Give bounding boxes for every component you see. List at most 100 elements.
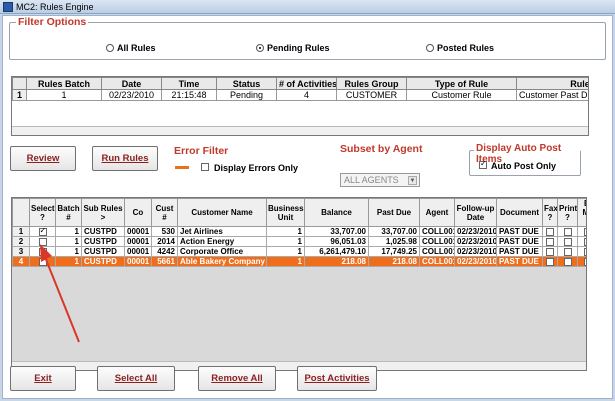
col-batch[interactable]: Batch # bbox=[55, 198, 82, 227]
col-balance[interactable]: Balance bbox=[304, 198, 369, 227]
radio-pending-rules-dot[interactable] bbox=[256, 44, 264, 52]
agent-cell[interactable]: COLL001 bbox=[419, 236, 455, 247]
past-due-cell[interactable]: 218.08 bbox=[368, 256, 420, 267]
business-unit-cell[interactable]: 1 bbox=[266, 226, 305, 237]
followup-cell[interactable]: 02/23/2010 bbox=[454, 226, 497, 237]
col-past-due[interactable]: Past Due bbox=[368, 198, 420, 227]
print-checkbox-cell[interactable] bbox=[557, 236, 578, 247]
customer-name-cell[interactable]: Jet Airlines bbox=[177, 226, 267, 237]
cust-cell[interactable]: 530 bbox=[151, 226, 178, 237]
rules-batch-grid[interactable]: Rules Batch Date Time Status # of Activi… bbox=[11, 76, 589, 136]
email-checkbox-cell[interactable] bbox=[577, 246, 586, 257]
business-unit-cell[interactable]: 1 bbox=[266, 256, 305, 267]
customer-name-cell[interactable]: Able Bakery Company bbox=[177, 256, 267, 267]
past-due-cell[interactable]: 17,749.25 bbox=[368, 246, 420, 257]
select-all-button[interactable]: Select All bbox=[97, 366, 175, 391]
document-cell[interactable]: PAST DUE bbox=[496, 246, 543, 257]
print-checkbox[interactable] bbox=[563, 227, 572, 236]
past-due-cell[interactable]: 33,707.00 bbox=[368, 226, 420, 237]
business-unit-cell[interactable]: 1 bbox=[266, 246, 305, 257]
radio-posted-rules-dot[interactable] bbox=[426, 44, 434, 52]
fax-checkbox-cell[interactable] bbox=[542, 226, 558, 237]
table-row[interactable]: 1 1 02/23/2010 21:15:48 Pending 4 CUSTOM… bbox=[12, 89, 588, 101]
rules-col-group[interactable]: Rules Group bbox=[336, 77, 407, 90]
rules-col-desc[interactable]: Rule Des bbox=[516, 77, 588, 90]
display-errors-checkbox[interactable] bbox=[201, 163, 209, 171]
agent-select[interactable]: ALL AGENTS ▼ bbox=[340, 173, 420, 187]
rules-col-date[interactable]: Date bbox=[101, 77, 162, 90]
fax-checkbox[interactable] bbox=[546, 257, 554, 266]
exit-button[interactable]: Exit bbox=[10, 366, 76, 391]
rules-cell[interactable]: Customer Rule bbox=[406, 89, 517, 101]
past-due-cell[interactable]: 1,025.98 bbox=[368, 236, 420, 247]
rules-cell[interactable]: Customer Past Due R bbox=[516, 89, 588, 101]
table-row[interactable]: 31CUSTPD000014242Corporate Office16,261,… bbox=[12, 246, 586, 257]
print-checkbox-cell[interactable] bbox=[557, 226, 578, 237]
sub-rules-cell[interactable]: CUSTPD bbox=[81, 226, 125, 237]
col-followup[interactable]: Follow-up Date bbox=[454, 198, 497, 227]
balance-cell[interactable]: 218.08 bbox=[304, 256, 369, 267]
business-unit-cell[interactable]: 1 bbox=[266, 236, 305, 247]
table-row[interactable]: 4 1 CUSTPD 00001 5661 Able Bakery Company 1 218… bbox=[12, 256, 586, 267]
balance-cell[interactable]: 6,261,479.10 bbox=[304, 246, 369, 257]
followup-cell[interactable]: 02/23/2010 bbox=[454, 256, 497, 267]
fax-checkbox[interactable] bbox=[546, 237, 554, 246]
post-activities-button[interactable]: Post Activities bbox=[297, 366, 377, 391]
run-rules-button[interactable]: Run Rules bbox=[92, 146, 158, 171]
radio-pending-rules[interactable]: Pending Rules bbox=[256, 43, 330, 53]
fax-checkbox[interactable] bbox=[546, 247, 554, 256]
agent-cell[interactable]: COLL001 bbox=[419, 246, 455, 257]
followup-cell[interactable]: 02/23/2010 bbox=[454, 236, 497, 247]
co-cell[interactable]: 00001 bbox=[124, 256, 152, 267]
email-checkbox-cell[interactable] bbox=[577, 226, 586, 237]
rules-col-type[interactable]: Type of Rule bbox=[406, 77, 517, 90]
chevron-down-icon[interactable]: ▼ bbox=[408, 176, 417, 185]
row-header[interactable]: 4 bbox=[12, 256, 30, 267]
rules-cell[interactable]: CUSTOMER bbox=[336, 89, 407, 101]
cust-cell[interactable]: 5661 bbox=[151, 256, 178, 267]
document-cell[interactable]: PAST DUE bbox=[496, 256, 543, 267]
cust-cell[interactable]: 4242 bbox=[151, 246, 178, 257]
co-cell[interactable]: 00001 bbox=[124, 236, 152, 247]
fax-checkbox-cell[interactable] bbox=[542, 256, 558, 267]
email-checkbox[interactable] bbox=[584, 248, 586, 256]
print-checkbox[interactable] bbox=[563, 247, 572, 256]
select-checkbox-cell[interactable] bbox=[29, 226, 56, 237]
batch-cell[interactable]: 1 bbox=[55, 226, 82, 237]
agent-cell[interactable]: COLL001 bbox=[419, 256, 455, 267]
radio-all-rules-dot[interactable] bbox=[106, 44, 114, 52]
fax-checkbox[interactable] bbox=[546, 227, 554, 236]
email-checkbox-cell[interactable] bbox=[577, 256, 586, 267]
email-checkbox-cell[interactable] bbox=[577, 236, 586, 247]
fax-checkbox-cell[interactable] bbox=[542, 246, 558, 257]
table-row[interactable]: 11CUSTPD00001530Jet Airlines133,707.0033… bbox=[12, 226, 586, 237]
print-checkbox[interactable] bbox=[563, 237, 572, 246]
document-cell[interactable]: PAST DUE bbox=[496, 226, 543, 237]
document-cell[interactable]: PAST DUE bbox=[496, 236, 543, 247]
rules-col-activities[interactable]: # of Activities bbox=[276, 77, 337, 90]
cust-cell[interactable]: 2014 bbox=[151, 236, 178, 247]
balance-cell[interactable]: 96,051.03 bbox=[304, 236, 369, 247]
col-agent[interactable]: Agent bbox=[419, 198, 455, 227]
balance-cell[interactable]: 33,707.00 bbox=[304, 226, 369, 237]
customer-name-cell[interactable]: Corporate Office bbox=[177, 246, 267, 257]
col-select[interactable]: Select ? bbox=[29, 198, 56, 227]
customer-name-cell[interactable]: Action Energy bbox=[177, 236, 267, 247]
col-print[interactable]: Print ? bbox=[557, 198, 578, 227]
rules-cell[interactable]: Pending bbox=[216, 89, 277, 101]
rules-cell[interactable]: 21:15:48 bbox=[161, 89, 217, 101]
fax-checkbox-cell[interactable] bbox=[542, 236, 558, 247]
rules-col-time[interactable]: Time bbox=[161, 77, 217, 90]
email-checkbox[interactable] bbox=[584, 228, 586, 236]
row-header[interactable]: 3 bbox=[12, 246, 30, 257]
col-email[interactable]: E-Ma ? bbox=[577, 198, 586, 227]
rules-col-batch[interactable]: Rules Batch bbox=[26, 77, 102, 90]
review-button[interactable]: Review bbox=[10, 146, 76, 171]
rules-cell[interactable]: 1 bbox=[26, 89, 102, 101]
radio-posted-rules[interactable]: Posted Rules bbox=[426, 43, 494, 53]
rules-col-status[interactable]: Status bbox=[216, 77, 277, 90]
rules-cell[interactable]: 4 bbox=[276, 89, 337, 101]
activities-grid[interactable]: Select ? Batch # Sub Rules > Co Cust # C… bbox=[11, 197, 587, 371]
print-checkbox-cell[interactable] bbox=[557, 246, 578, 257]
print-checkbox-cell[interactable] bbox=[557, 256, 578, 267]
